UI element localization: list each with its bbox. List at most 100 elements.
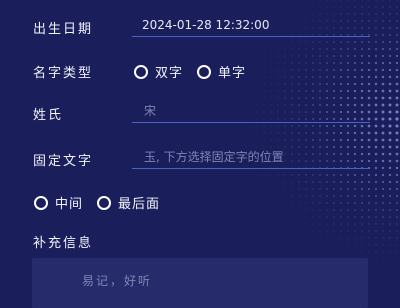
background-dot bbox=[319, 90, 321, 92]
background-dot bbox=[361, 223, 362, 224]
background-dot bbox=[376, 259, 377, 260]
background-dot bbox=[278, 217, 279, 218]
background-dot bbox=[278, 238, 279, 239]
background-dot bbox=[285, 7, 286, 8]
background-dot bbox=[271, 49, 272, 50]
background-dot bbox=[396, 237, 397, 238]
background-dot bbox=[312, 125, 314, 127]
background-dot bbox=[312, 216, 313, 217]
background-dot bbox=[312, 62, 313, 63]
background-dot bbox=[368, 202, 370, 204]
background-dot bbox=[319, 139, 321, 141]
background-dot bbox=[298, 181, 299, 182]
background-dot bbox=[250, 126, 251, 127]
background-dot bbox=[347, 125, 349, 127]
background-dot bbox=[375, 132, 378, 135]
background-dot bbox=[306, 231, 307, 232]
background-dot bbox=[375, 202, 377, 204]
background-dot bbox=[326, 209, 327, 210]
background-dot bbox=[361, 41, 363, 43]
background-dot bbox=[376, 273, 377, 274]
background-dot bbox=[354, 69, 356, 71]
background-dot bbox=[383, 266, 384, 267]
background-dot bbox=[298, 125, 300, 127]
background-dot bbox=[368, 216, 370, 218]
surname-input[interactable]: 宋 bbox=[132, 100, 370, 123]
background-dot bbox=[306, 238, 307, 239]
background-dot bbox=[347, 223, 348, 224]
background-dot bbox=[292, 231, 293, 232]
name-type-single-radio[interactable]: 单字 bbox=[197, 62, 246, 81]
background-dot bbox=[277, 125, 278, 126]
background-dot bbox=[319, 209, 320, 210]
name-type-double-radio[interactable]: 双字 bbox=[134, 62, 183, 81]
background-dot bbox=[319, 83, 321, 85]
surname-label: 姓氏 bbox=[33, 104, 63, 123]
background-dot bbox=[312, 48, 313, 49]
background-dot bbox=[354, 237, 355, 238]
extra-info-textarea[interactable]: 易记，好听 bbox=[32, 258, 368, 308]
background-dot bbox=[298, 195, 299, 196]
background-dot bbox=[390, 273, 391, 274]
background-dot bbox=[326, 69, 328, 71]
background-dot bbox=[396, 139, 399, 142]
background-dot bbox=[326, 216, 327, 217]
background-dot bbox=[389, 97, 392, 100]
background-dot bbox=[291, 48, 292, 49]
background-dot bbox=[369, 280, 370, 281]
background-dot bbox=[333, 202, 334, 203]
background-dot bbox=[278, 42, 279, 43]
background-dot bbox=[347, 230, 348, 231]
birth-date-field[interactable]: 2024-01-28 12:32:00 bbox=[132, 14, 370, 37]
background-dot bbox=[368, 62, 370, 64]
background-dot bbox=[382, 181, 384, 183]
background-dot bbox=[375, 118, 378, 121]
background-dot bbox=[361, 216, 362, 217]
background-dot bbox=[376, 266, 377, 267]
background-dot bbox=[368, 69, 370, 71]
background-dot bbox=[257, 84, 258, 85]
background-dot bbox=[291, 83, 292, 84]
background-dot bbox=[375, 153, 378, 156]
background-dot bbox=[382, 62, 384, 64]
background-dot bbox=[361, 0, 362, 1]
fixed-char-input[interactable]: 玉, 下方选择固定字的位置 bbox=[132, 146, 370, 169]
background-dot bbox=[277, 76, 278, 77]
background-dot bbox=[382, 6, 383, 7]
background-dot bbox=[382, 237, 383, 238]
background-dot bbox=[298, 55, 299, 56]
background-dot bbox=[298, 132, 300, 134]
background-dot bbox=[333, 174, 335, 176]
background-dot bbox=[298, 202, 299, 203]
background-dot bbox=[389, 104, 392, 107]
background-dot bbox=[298, 41, 299, 42]
background-dot bbox=[390, 287, 391, 288]
background-dot bbox=[382, 48, 384, 50]
background-dot bbox=[250, 98, 251, 99]
background-dot bbox=[376, 252, 377, 253]
position-middle-radio[interactable]: 中间 bbox=[34, 193, 83, 212]
background-dot bbox=[313, 245, 314, 246]
background-dot bbox=[264, 140, 265, 141]
background-dot bbox=[369, 252, 370, 253]
background-dot bbox=[270, 97, 271, 98]
background-dot bbox=[340, 90, 342, 92]
background-dot bbox=[264, 196, 265, 197]
fixed-char-label: 固定文字 bbox=[33, 150, 93, 169]
background-dot bbox=[354, 90, 356, 92]
background-dot bbox=[389, 181, 391, 183]
background-dot bbox=[271, 56, 272, 57]
background-dot bbox=[347, 90, 349, 92]
position-last-radio[interactable]: 最后面 bbox=[97, 193, 160, 212]
background-dot bbox=[382, 132, 385, 135]
background-dot bbox=[278, 203, 279, 204]
background-dot bbox=[333, 97, 335, 99]
background-dot bbox=[375, 216, 377, 218]
background-dot bbox=[347, 69, 349, 71]
background-dot bbox=[389, 132, 392, 135]
background-dot bbox=[354, 41, 356, 43]
name-type-label: 名字类型 bbox=[33, 62, 93, 81]
background-dot bbox=[396, 83, 399, 86]
background-dot bbox=[389, 125, 392, 128]
background-dot bbox=[354, 223, 355, 224]
